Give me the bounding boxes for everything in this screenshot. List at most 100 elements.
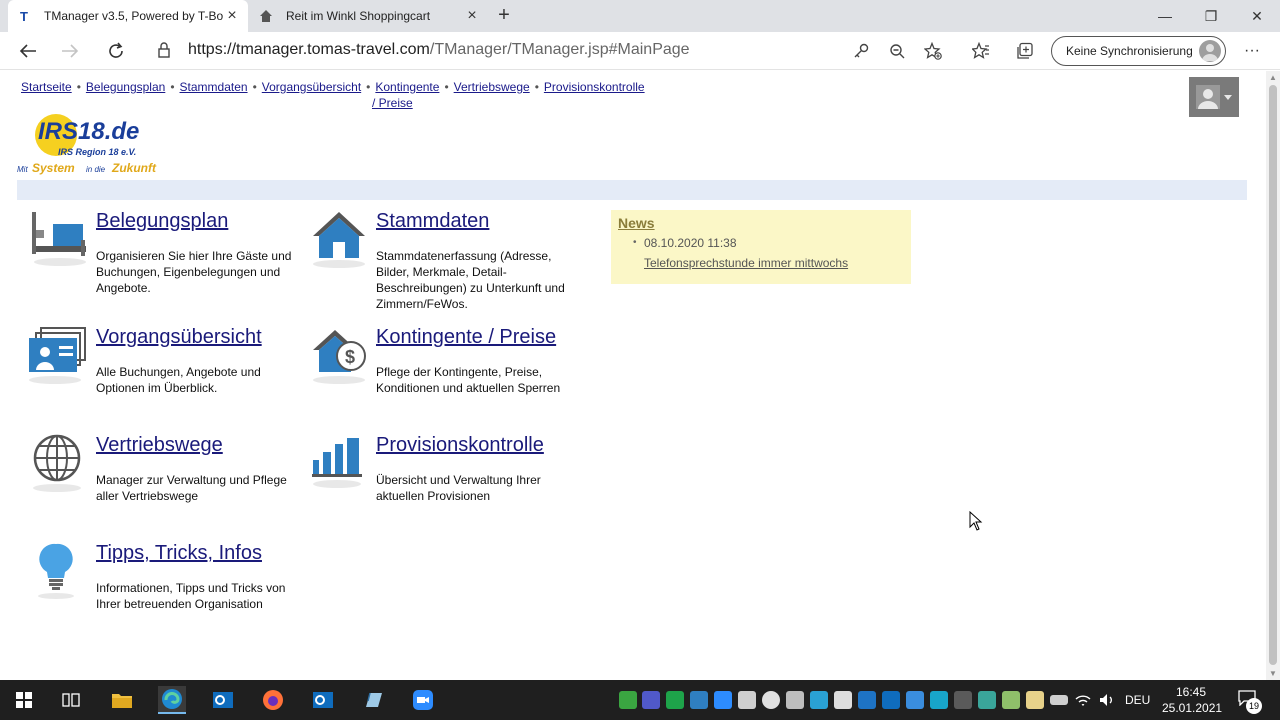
more-menu-icon[interactable]: ··· bbox=[1240, 40, 1264, 62]
tile-description: Manager zur Verwaltung und Pflege aller … bbox=[96, 473, 287, 503]
sync-button[interactable]: Keine Synchronisierung bbox=[1051, 36, 1226, 66]
sync-label: Keine Synchronisierung bbox=[1066, 44, 1193, 58]
nav-kontingente[interactable]: Kontingente bbox=[375, 80, 439, 94]
tab-shoppingcart[interactable]: Reit im Winkl Shoppingcart × bbox=[250, 0, 488, 32]
news-link[interactable]: Telefonsprechstunde immer mittwochs bbox=[644, 256, 848, 270]
clock-date: 25.01.2021 bbox=[1162, 701, 1223, 715]
scroll-up-icon[interactable]: ▲ bbox=[1269, 73, 1277, 82]
scrollbar-thumb[interactable] bbox=[1269, 85, 1277, 665]
tray-app-icon[interactable] bbox=[906, 691, 924, 709]
tray-app-icon[interactable] bbox=[1026, 691, 1044, 709]
nav-vertriebswege[interactable]: Vertriebswege bbox=[454, 80, 530, 94]
minimize-button[interactable]: — bbox=[1142, 0, 1188, 32]
restore-button[interactable]: ❐ bbox=[1188, 0, 1234, 32]
file-explorer-icon[interactable] bbox=[108, 686, 136, 714]
nav-separator: • bbox=[534, 80, 539, 94]
tile-kontingente-preise: $ Kontingente / Preise Pflege der Kontin… bbox=[311, 326, 591, 416]
tile-title[interactable]: Provisionskontrolle bbox=[376, 434, 544, 457]
security-tray-icon[interactable] bbox=[834, 691, 852, 709]
tray-app-icon[interactable] bbox=[810, 691, 828, 709]
onedrive-tray-icon[interactable] bbox=[762, 691, 780, 709]
browser-toolbar: https://tmanager.tomas-travel.com/TManag… bbox=[0, 32, 1280, 70]
back-button[interactable] bbox=[16, 40, 40, 62]
bed-icon[interactable] bbox=[31, 210, 89, 272]
nav-provisionskontrolle[interactable]: Provisionskontrolle bbox=[544, 80, 645, 94]
page-content: Startseite • Belegungsplan • Stammdaten • Vorg… bbox=[0, 71, 1266, 680]
zoom-tray-icon[interactable] bbox=[714, 691, 732, 709]
logo-subtitle: IRS Region 18 e.V. bbox=[58, 147, 136, 157]
close-tab-icon[interactable]: × bbox=[224, 7, 240, 24]
outlook-second-icon[interactable] bbox=[309, 686, 337, 714]
lightbulb-icon[interactable] bbox=[31, 542, 89, 604]
news-title[interactable]: News bbox=[618, 215, 904, 231]
task-view-icon[interactable] bbox=[57, 686, 85, 714]
tile-description: Informationen, Tipps und Tricks von Ihre… bbox=[96, 581, 286, 611]
tab-title: TManager v3.5, Powered by T-Bo bbox=[44, 9, 224, 23]
tile-description: Übersicht und Verwaltung Ihrer aktuellen… bbox=[376, 473, 541, 503]
globe-icon[interactable] bbox=[31, 434, 89, 496]
logo-title: IRS18.de bbox=[38, 118, 139, 145]
speaker-icon[interactable] bbox=[1098, 691, 1116, 709]
logo-slogan-b: System bbox=[32, 161, 75, 175]
tray-app-icon[interactable] bbox=[619, 691, 637, 709]
add-favorite-icon[interactable] bbox=[921, 40, 945, 62]
tile-title[interactable]: Tipps, Tricks, Infos bbox=[96, 542, 262, 565]
tray-app-icon[interactable] bbox=[954, 691, 972, 709]
nav-separator: • bbox=[366, 80, 371, 94]
outlook-tray-icon[interactable] bbox=[882, 691, 900, 709]
input-language[interactable]: DEU bbox=[1125, 693, 1150, 707]
tab-tmanager[interactable]: T TManager v3.5, Powered by T-Bo × bbox=[8, 0, 248, 32]
tray-app-icon[interactable] bbox=[1002, 691, 1020, 709]
teamviewer-tray-icon[interactable] bbox=[930, 691, 948, 709]
tile-title[interactable]: Kontingente / Preise bbox=[376, 326, 556, 349]
zoom-out-icon[interactable] bbox=[885, 40, 909, 62]
house-icon[interactable] bbox=[311, 210, 369, 272]
edge-browser-icon[interactable] bbox=[158, 686, 186, 714]
close-window-button[interactable]: ✕ bbox=[1234, 0, 1280, 32]
page-scrollbar[interactable]: ▲ ▼ bbox=[1266, 71, 1280, 680]
forward-button[interactable] bbox=[58, 40, 82, 62]
address-bar[interactable]: https://tmanager.tomas-travel.com/TManag… bbox=[188, 41, 690, 59]
key-icon[interactable] bbox=[849, 40, 873, 62]
irs18-logo[interactable]: IRS18.de IRS Region 18 e.V. Mit System i… bbox=[16, 109, 166, 179]
battery-icon[interactable] bbox=[1050, 695, 1068, 705]
zoom-icon[interactable] bbox=[409, 686, 437, 714]
nav-stammdaten[interactable]: Stammdaten bbox=[180, 80, 248, 94]
news-bullet: • bbox=[633, 237, 637, 248]
notepad-icon[interactable] bbox=[359, 686, 387, 714]
bar-chart-icon[interactable] bbox=[311, 434, 369, 496]
user-menu-button[interactable] bbox=[1189, 77, 1239, 117]
id-cards-icon[interactable] bbox=[27, 326, 86, 388]
system-clock[interactable]: 16:45 25.01.2021 bbox=[1162, 684, 1223, 716]
nav-startseite[interactable]: Startseite bbox=[21, 80, 72, 94]
outlook-icon[interactable] bbox=[209, 686, 237, 714]
tray-app-icon[interactable] bbox=[978, 691, 996, 709]
start-windows-icon[interactable] bbox=[10, 686, 38, 714]
firefox-icon[interactable] bbox=[259, 686, 287, 714]
tile-title[interactable]: Belegungsplan bbox=[96, 210, 228, 233]
news-box: News • 08.10.2020 11:38 Telefonsprechstu… bbox=[611, 210, 911, 284]
tab-title: Reit im Winkl Shoppingcart bbox=[286, 9, 431, 23]
close-tab-icon[interactable]: × bbox=[464, 7, 480, 24]
scroll-down-icon[interactable]: ▼ bbox=[1269, 669, 1277, 678]
tile-title[interactable]: Stammdaten bbox=[376, 210, 489, 233]
tray-app-icon[interactable] bbox=[690, 691, 708, 709]
printer-tray-icon[interactable] bbox=[786, 691, 804, 709]
nav-belegungsplan[interactable]: Belegungsplan bbox=[86, 80, 165, 94]
tile-vertriebswege: Vertriebswege Manager zur Verwaltung und… bbox=[31, 434, 296, 524]
collections-icon[interactable] bbox=[1013, 40, 1037, 62]
house-dollar-icon[interactable]: $ bbox=[311, 326, 369, 388]
favorites-icon[interactable] bbox=[969, 40, 993, 62]
tray-app-icon[interactable] bbox=[858, 691, 876, 709]
tile-title[interactable]: Vertriebswege bbox=[96, 434, 223, 457]
lock-icon[interactable] bbox=[157, 42, 175, 60]
nav-vorgangsuebersicht[interactable]: Vorgangsübersicht bbox=[262, 80, 361, 94]
tile-title[interactable]: Vorgangsübersicht bbox=[96, 326, 262, 349]
new-tab-button[interactable]: + bbox=[494, 5, 514, 26]
reload-button[interactable] bbox=[104, 40, 128, 62]
microphone-tray-icon[interactable] bbox=[738, 691, 756, 709]
wifi-icon[interactable] bbox=[1074, 691, 1092, 709]
teams-tray-icon[interactable] bbox=[642, 691, 660, 709]
notification-center-icon[interactable]: 19 bbox=[1238, 690, 1262, 714]
tray-app-icon[interactable] bbox=[666, 691, 684, 709]
